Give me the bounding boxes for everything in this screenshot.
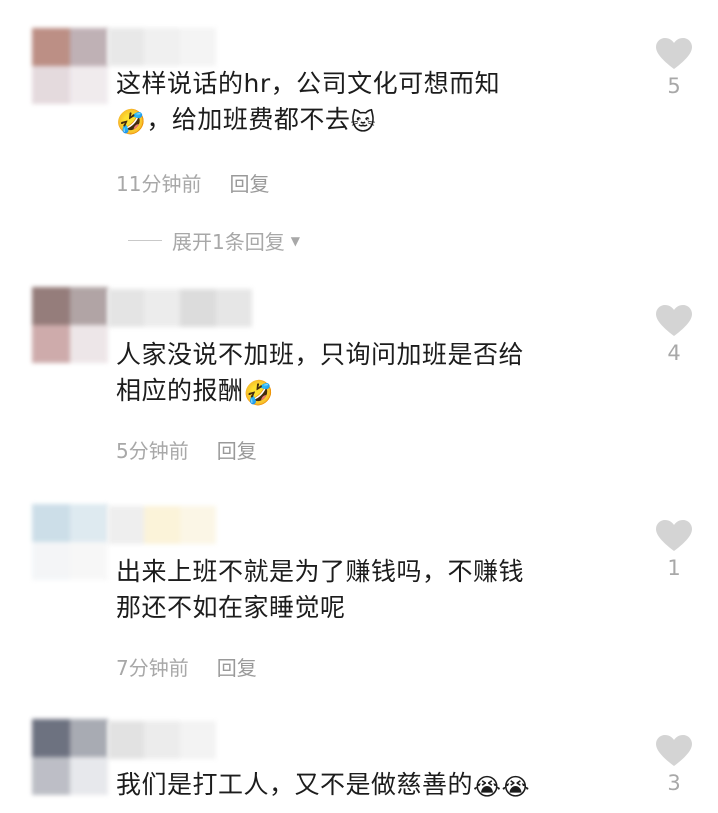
expand-replies-button[interactable]: 展开1条回复 ▼ (128, 226, 300, 255)
comment-item: 出来上班不就是为了赚钱吗，不赚钱 那还不如在家睡觉呢 7分钟前 回复 1 (0, 500, 718, 715)
heart-icon (656, 305, 692, 336)
like-button[interactable]: 4 (652, 305, 696, 365)
comment-text-line: 人家没说不加班，只询问加班是否给 (116, 340, 525, 369)
comment-item: 人家没说不加班，只询问加班是否给 相应的报酬🤣 5分钟前 回复 4 (0, 285, 718, 500)
like-count: 4 (667, 341, 681, 365)
rofl-emoji: 🤣 (116, 108, 147, 136)
like-count: 3 (667, 771, 681, 795)
comment-feed: 这样说话的hr，公司文化可想而知 🤣，给加班费都不去🐱 11分钟前 回复 展开1条… (0, 0, 718, 813)
comment-meta: 7分钟前 回复 (116, 652, 257, 681)
comment-text-line: 相应的报酬🤣 (116, 373, 616, 409)
comment-text-line: 这样说话的hr，公司文化可想而知 (116, 69, 501, 98)
comment-text: 这样说话的hr，公司文化可想而知 🤣，给加班费都不去🐱 (116, 66, 616, 138)
heart-icon (656, 520, 692, 551)
username-blurred[interactable] (108, 289, 252, 327)
timestamp: 5分钟前 (116, 439, 189, 463)
comment-text-line: 我们是打工人，又不是做慈善的😭😭 (116, 767, 616, 803)
comment-item: 我们是打工人，又不是做慈善的😭😭 3 (0, 715, 718, 813)
comment-text-segment: 相应的报酬 (116, 376, 244, 405)
rofl-emoji: 🤣 (243, 379, 274, 407)
comment-text-line: 出来上班不就是为了赚钱吗，不赚钱 (116, 557, 525, 586)
comment-item: 这样说话的hr，公司文化可想而知 🤣，给加班费都不去🐱 11分钟前 回复 展开1条… (0, 0, 718, 285)
comment-text: 出来上班不就是为了赚钱吗，不赚钱 那还不如在家睡觉呢 (116, 554, 616, 626)
like-button[interactable]: 1 (652, 520, 696, 580)
cat-emoji: 🐱 (350, 108, 376, 136)
avatar[interactable] (32, 287, 108, 363)
comment-text-line: 那还不如在家睡觉呢 (116, 593, 346, 622)
expand-replies-label: 展开1条回复 (172, 230, 285, 254)
caret-down-icon: ▼ (290, 233, 300, 248)
avatar[interactable] (32, 719, 108, 795)
reply-button[interactable]: 回复 (229, 172, 269, 196)
avatar[interactable] (32, 504, 108, 580)
crying-emoji: 😭😭 (473, 773, 531, 801)
comment-meta: 5分钟前 回复 (116, 435, 257, 464)
reply-button[interactable]: 回复 (217, 656, 257, 680)
reply-button[interactable]: 回复 (217, 439, 257, 463)
timestamp: 7分钟前 (116, 656, 189, 680)
like-button[interactable]: 5 (652, 38, 696, 98)
heart-icon (656, 38, 692, 69)
like-button[interactable]: 3 (652, 735, 696, 795)
comment-text-line: 🤣，给加班费都不去🐱 (116, 102, 616, 138)
timestamp: 11分钟前 (116, 172, 202, 196)
username-blurred[interactable] (108, 721, 216, 759)
comment-meta: 11分钟前 回复 (116, 168, 269, 197)
username-blurred[interactable] (108, 506, 216, 544)
heart-icon (656, 735, 692, 766)
username-blurred[interactable] (108, 28, 216, 66)
avatar[interactable] (32, 28, 108, 104)
comment-text: 人家没说不加班，只询问加班是否给 相应的报酬🤣 (116, 337, 616, 409)
divider-line (128, 240, 162, 241)
like-count: 5 (667, 74, 681, 98)
comment-text-segment: ，给加班费都不去 (146, 105, 351, 134)
comment-text-segment: 我们是打工人，又不是做慈善的 (116, 770, 474, 799)
like-count: 1 (667, 556, 681, 580)
comment-text: 我们是打工人，又不是做慈善的😭😭 (116, 767, 616, 803)
